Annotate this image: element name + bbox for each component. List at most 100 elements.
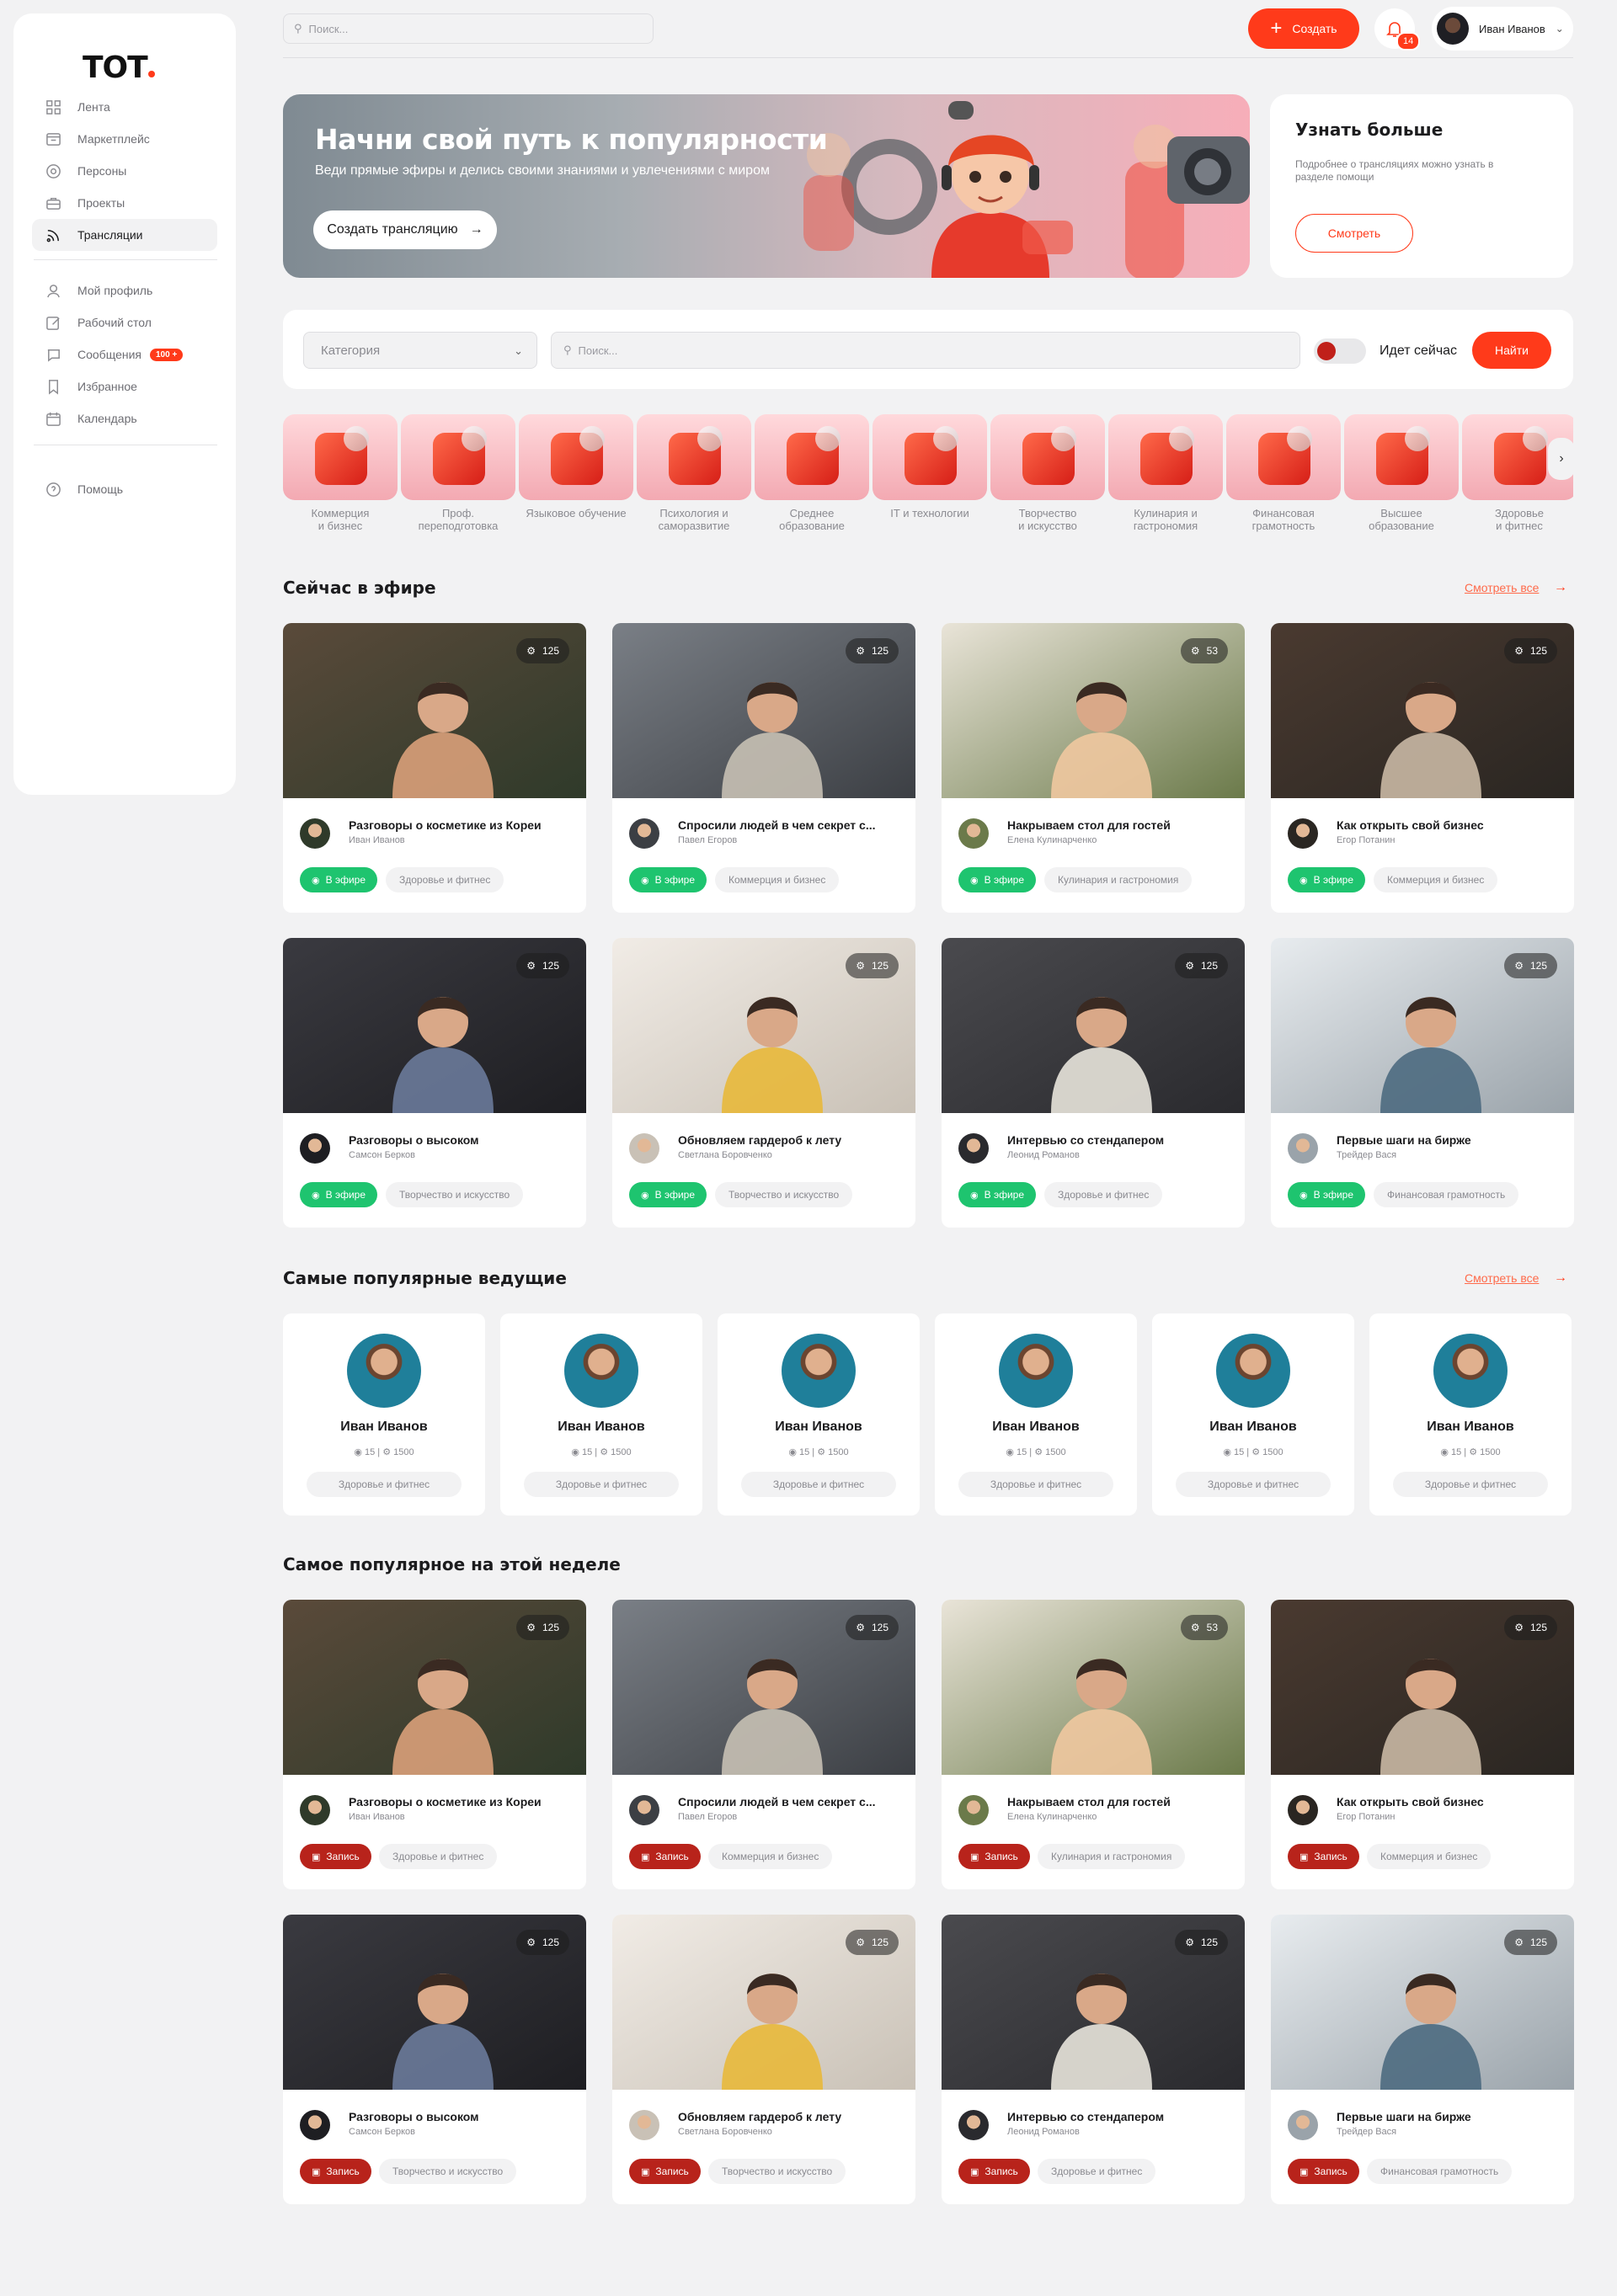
avatar[interactable] [629,1795,659,1825]
sidebar-item-persons[interactable]: Персоны [32,155,217,187]
stream-card[interactable]: ⚙ 125 Интервью со стендапером Леонид Романо… [942,1915,1245,2204]
category-tag[interactable]: Финансовая грамотность [1374,1182,1519,1207]
category-tag[interactable]: Здоровье и фитнес [1044,1182,1163,1207]
notifications-button[interactable]: 14 [1374,8,1421,51]
category-tag[interactable]: Коммерция и бизнес [1367,1844,1492,1869]
avatar[interactable] [1288,1133,1318,1164]
host-card[interactable]: Иван Иванов ◉ 15 | ⚙ 1500 Здоровье и фитне… [1369,1313,1572,1516]
category-tag[interactable]: Творчество и искусство [715,1182,853,1207]
sidebar-item-profile[interactable]: Мой профиль [32,274,217,306]
user-menu[interactable]: Иван Иванов ⌄ [1432,7,1573,51]
category-tile[interactable]: Высшее образование [1344,414,1459,532]
stream-title[interactable]: Первые шаги на бирже [1337,2110,1557,2123]
host-card[interactable]: Иван Иванов ◉ 15 | ⚙ 1500 Здоровье и фитне… [1152,1313,1354,1516]
create-button[interactable]: + Создать [1248,8,1359,49]
category-select[interactable]: Категория ⌄ [303,332,537,369]
stream-card[interactable]: ⚙ 125 Разговоры о высоком Самсон Берков ◉ В э… [283,938,586,1228]
stream-title[interactable]: Как открыть свой бизнес [1337,818,1557,832]
category-tag[interactable]: Здоровье и фитнес [1176,1472,1331,1497]
avatar[interactable] [300,818,330,849]
stream-card[interactable]: ⚙ 53 Накрываем стол для гостей Елена Кулина… [942,623,1245,913]
category-tile[interactable]: Финансовая грамотность [1226,414,1341,532]
stream-title[interactable]: Разговоры о высоком [349,2110,569,2123]
category-tile[interactable]: Коммерция и бизнес [283,414,398,532]
sidebar-item-favorites[interactable]: Избранное [32,370,217,402]
category-tag[interactable]: Здоровье и фитнес [386,867,504,892]
sidebar-item-calendar[interactable]: Календарь [32,402,217,434]
category-tag[interactable]: Здоровье и фитнес [524,1472,679,1497]
category-tile[interactable]: Языковое обучение [519,414,633,519]
category-tag[interactable]: Здоровье и фитнес [1038,2159,1156,2184]
stream-card[interactable]: ⚙ 125 Первые шаги на бирже Трейдер Вася ▣ Зап… [1271,1915,1574,2204]
watch-button[interactable]: Смотреть [1295,214,1413,253]
stream-title[interactable]: Разговоры о косметике из Кореи [349,818,569,832]
category-tile[interactable]: Творчество и искусство [990,414,1105,532]
stream-title[interactable]: Интервью со стендапером [1007,2110,1228,2123]
stream-card[interactable]: ⚙ 125 Обновляем гардероб к лету Светлана Бо… [612,938,915,1228]
avatar[interactable] [958,818,989,849]
stream-card[interactable]: ⚙ 125 Первые шаги на бирже Трейдер Вася ◉ В э… [1271,938,1574,1228]
category-tag[interactable]: Коммерция и бизнес [715,867,840,892]
stream-card[interactable]: ⚙ 125 Как открыть свой бизнес Егор Потанин ◉… [1271,623,1574,913]
sidebar-item-messages[interactable]: Сообщения 100 + [32,338,217,370]
sidebar-item-desktop[interactable]: Рабочий стол [32,306,217,338]
host-card[interactable]: Иван Иванов ◉ 15 | ⚙ 1500 Здоровье и фитне… [283,1313,485,1516]
see-all-hosts-link[interactable]: Смотреть все → [1465,1271,1567,1285]
avatar[interactable] [300,1795,330,1825]
stream-card[interactable]: ⚙ 125 Разговоры о косметике из Кореи Иван И… [283,623,586,913]
category-tile[interactable]: Проф. переподготовка [401,414,515,532]
stream-title[interactable]: Как открыть свой бизнес [1337,1795,1557,1809]
avatar[interactable] [958,2110,989,2140]
category-tile[interactable]: IT и технологии [873,414,987,519]
stream-title[interactable]: Спросили людей в чем секрет с... [678,1795,899,1809]
stream-card[interactable]: ⚙ 125 Разговоры о косметике из Кореи Иван И… [283,1600,586,1889]
stream-title[interactable]: Разговоры о косметике из Кореи [349,1795,569,1809]
stream-title[interactable]: Обновляем гардероб к лету [678,1133,899,1147]
avatar[interactable] [629,2110,659,2140]
stream-card[interactable]: ⚙ 125 Спросили людей в чем секрет с... Паве… [612,1600,915,1889]
stream-title[interactable]: Накрываем стол для гостей [1007,1795,1228,1809]
find-button[interactable]: Найти [1472,332,1551,369]
stream-search-input[interactable]: ⚲ Поиск... [551,332,1300,369]
avatar[interactable] [300,1133,330,1164]
avatar[interactable] [629,1133,659,1164]
category-tag[interactable]: Здоровье и фитнес [379,1844,498,1869]
stream-card[interactable]: ⚙ 125 Разговоры о высоком Самсон Берков ▣ Зап… [283,1915,586,2204]
avatar[interactable] [958,1133,989,1164]
category-tag[interactable]: Здоровье и фитнес [741,1472,896,1497]
logo[interactable]: ТОТ [83,51,155,85]
avatar[interactable] [1288,2110,1318,2140]
host-card[interactable]: Иван Иванов ◉ 15 | ⚙ 1500 Здоровье и фитне… [500,1313,702,1516]
avatar[interactable] [1288,1795,1318,1825]
stream-card[interactable]: ⚙ 125 Обновляем гардероб к лету Светлана Бо… [612,1915,915,2204]
avatar[interactable] [629,818,659,849]
create-broadcast-button[interactable]: Создать трансляцию → [313,210,497,249]
avatar[interactable] [1288,818,1318,849]
category-tag[interactable]: Здоровье и фитнес [1393,1472,1548,1497]
category-tag[interactable]: Здоровье и фитнес [958,1472,1113,1497]
see-all-live-link[interactable]: Смотреть все → [1465,580,1567,594]
category-tag[interactable]: Коммерция и бизнес [1374,867,1498,892]
host-card[interactable]: Иван Иванов ◉ 15 | ⚙ 1500 Здоровье и фитне… [935,1313,1137,1516]
category-tile[interactable]: Психология и саморазвитие [637,414,751,532]
category-tag[interactable]: Творчество и искусство [708,2159,846,2184]
stream-card[interactable]: ⚙ 125 Интервью со стендапером Леонид Романо… [942,938,1245,1228]
sidebar-item-help[interactable]: Помощь [32,473,217,505]
stream-card[interactable]: ⚙ 125 Спросили людей в чем секрет с... Паве… [612,623,915,913]
sidebar-item-broadcasts[interactable]: Трансляции [32,219,217,251]
top-search-input[interactable]: ⚲ Поиск... [283,13,654,44]
stream-title[interactable]: Обновляем гардероб к лету [678,2110,899,2123]
avatar[interactable] [958,1795,989,1825]
stream-card[interactable]: ⚙ 53 Накрываем стол для гостей Елена Кулина… [942,1600,1245,1889]
host-card[interactable]: Иван Иванов ◉ 15 | ⚙ 1500 Здоровье и фитне… [718,1313,920,1516]
sidebar-item-projects[interactable]: Проекты [32,187,217,219]
stream-title[interactable]: Первые шаги на бирже [1337,1133,1557,1147]
stream-card[interactable]: ⚙ 125 Как открыть свой бизнес Егор Потанин ▣… [1271,1600,1574,1889]
category-tag[interactable]: Здоровье и фитнес [307,1472,462,1497]
stream-title[interactable]: Интервью со стендапером [1007,1133,1228,1147]
live-now-toggle[interactable] [1314,338,1366,364]
carousel-next-button[interactable]: › [1548,438,1573,480]
stream-title[interactable]: Накрываем стол для гостей [1007,818,1228,832]
category-tile[interactable]: Среднее образование [755,414,869,532]
sidebar-item-marketplace[interactable]: Маркетплейс [32,123,217,155]
